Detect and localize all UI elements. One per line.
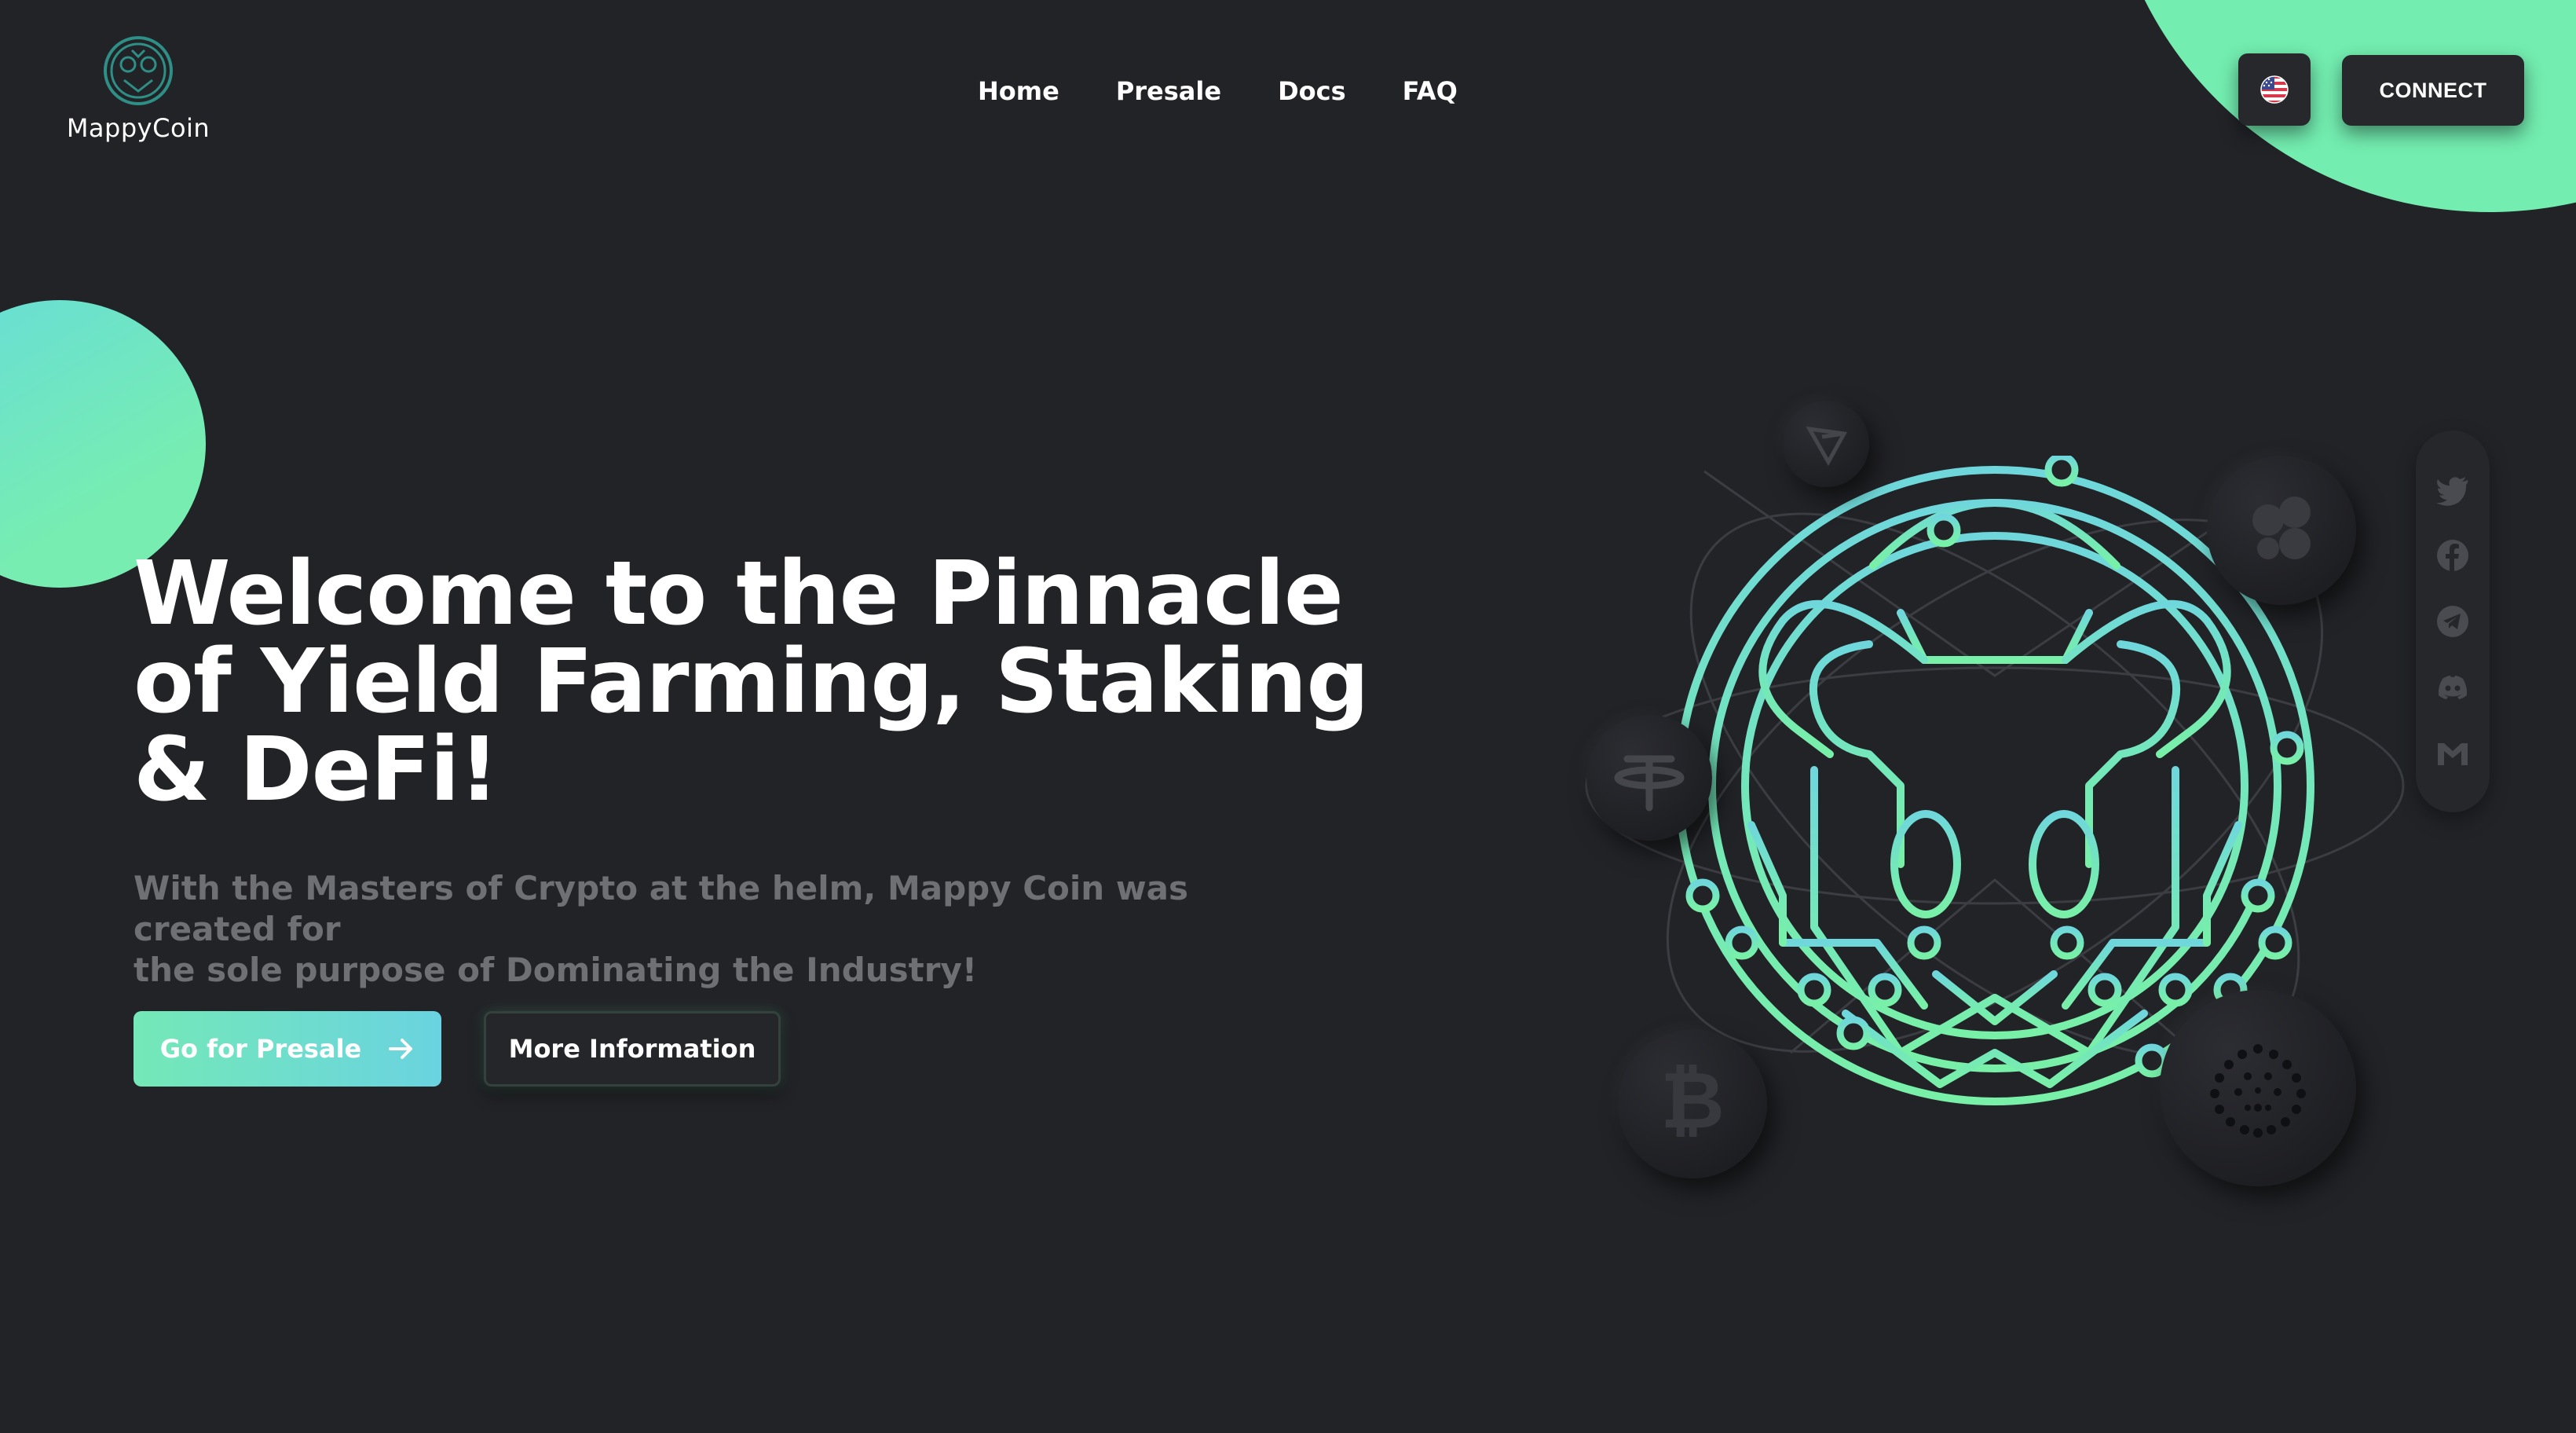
page: MappyCoin Home Presale Docs FAQ CONNECT … — [0, 0, 2576, 1433]
gmail-icon[interactable] — [2435, 735, 2471, 771]
hero-subtitle: With the Masters of Crypto at the helm, … — [134, 868, 1296, 991]
social-links — [2416, 431, 2490, 812]
connect-wallet-button[interactable]: CONNECT — [2342, 55, 2524, 126]
nav-presale[interactable]: Presale — [1116, 72, 1221, 110]
hero-subtitle-line-1: With the Masters of Crypto at the helm, … — [134, 869, 1188, 948]
arrow-right-icon — [389, 1039, 413, 1059]
more-information-button[interactable]: More Information — [484, 1011, 781, 1087]
more-information-label: More Information — [508, 1034, 756, 1064]
main-nav: Home Presale Docs FAQ — [978, 72, 1458, 110]
telegram-icon[interactable] — [2435, 603, 2471, 640]
go-for-presale-label: Go for Presale — [159, 1034, 362, 1064]
us-flag-icon — [2260, 75, 2289, 104]
brand-name: MappyCoin — [66, 113, 210, 143]
go-for-presale-button[interactable]: Go for Presale — [134, 1011, 441, 1087]
twitter-icon[interactable] — [2435, 471, 2471, 508]
mappy-logo-icon — [104, 36, 173, 105]
language-button[interactable] — [2238, 53, 2311, 126]
tron-coin-icon — [1783, 401, 1869, 487]
hero-title-line-2: of Yield Farming, Staking — [134, 631, 1370, 733]
facebook-icon[interactable] — [2435, 537, 2471, 574]
nav-docs[interactable]: Docs — [1278, 72, 1346, 110]
nav-faq[interactable]: FAQ — [1403, 72, 1458, 110]
nav-home[interactable]: Home — [978, 72, 1059, 110]
xrp-coin-icon — [2207, 456, 2356, 605]
tether-coin-icon — [1586, 715, 1712, 841]
bitcoin-coin-icon: ₿ — [1618, 1029, 1767, 1178]
hero-title: Welcome to the Pinnacle of Yield Farming… — [134, 550, 1406, 814]
hero-illustration: ₿ — [1555, 377, 2435, 1210]
hero-title-line-1: Welcome to the Pinnacle — [134, 543, 1344, 645]
discord-icon[interactable] — [2435, 669, 2471, 706]
hero-subtitle-line-2: the sole purpose of Dominating the Indus… — [134, 951, 977, 989]
hero-title-line-3: & DeFi! — [134, 719, 499, 821]
svg-text:₿: ₿ — [1660, 1054, 1725, 1146]
iota-coin-icon — [2160, 990, 2356, 1186]
brand-logo[interactable]: MappyCoin — [60, 33, 217, 143]
